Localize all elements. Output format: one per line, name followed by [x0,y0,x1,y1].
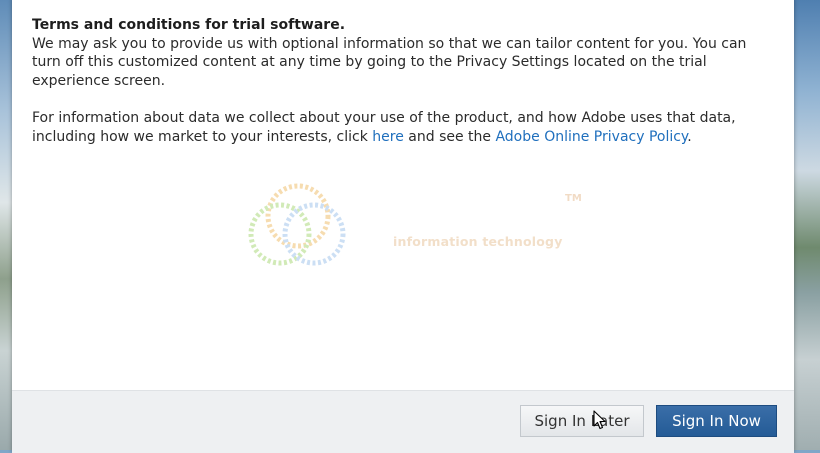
privacy-text-middle: and see the [403,128,496,145]
watermark-tagline: information technology [393,234,563,249]
watermark-logo: TM information technology [242,176,602,276]
sign-in-now-button[interactable]: Sign In Now [656,405,777,437]
here-link[interactable]: here [372,129,404,145]
terms-paragraph: Terms and conditions for trial software.… [32,16,772,90]
privacy-policy-link[interactable]: Adobe Online Privacy Policy [495,129,687,145]
mouse-cursor-icon [593,410,606,430]
desktop-background-left [0,0,12,450]
terms-content: Terms and conditions for trial software.… [32,16,772,146]
sign-in-later-button[interactable]: Sign In Later [520,405,644,437]
privacy-text-suffix: . [687,128,692,145]
privacy-paragraph: For information about data we collect ab… [32,109,772,146]
interlocking-rings-icon [248,183,346,266]
dialog-footer: Sign In Later Sign In Now [12,390,794,453]
terms-heading: Terms and conditions for trial software. [32,17,346,33]
desktop-background-right [794,0,820,450]
trial-terms-dialog: Terms and conditions for trial software.… [12,0,794,453]
trademark-symbol: TM [565,193,582,204]
terms-body-text: We may ask you to provide us with option… [32,35,747,89]
